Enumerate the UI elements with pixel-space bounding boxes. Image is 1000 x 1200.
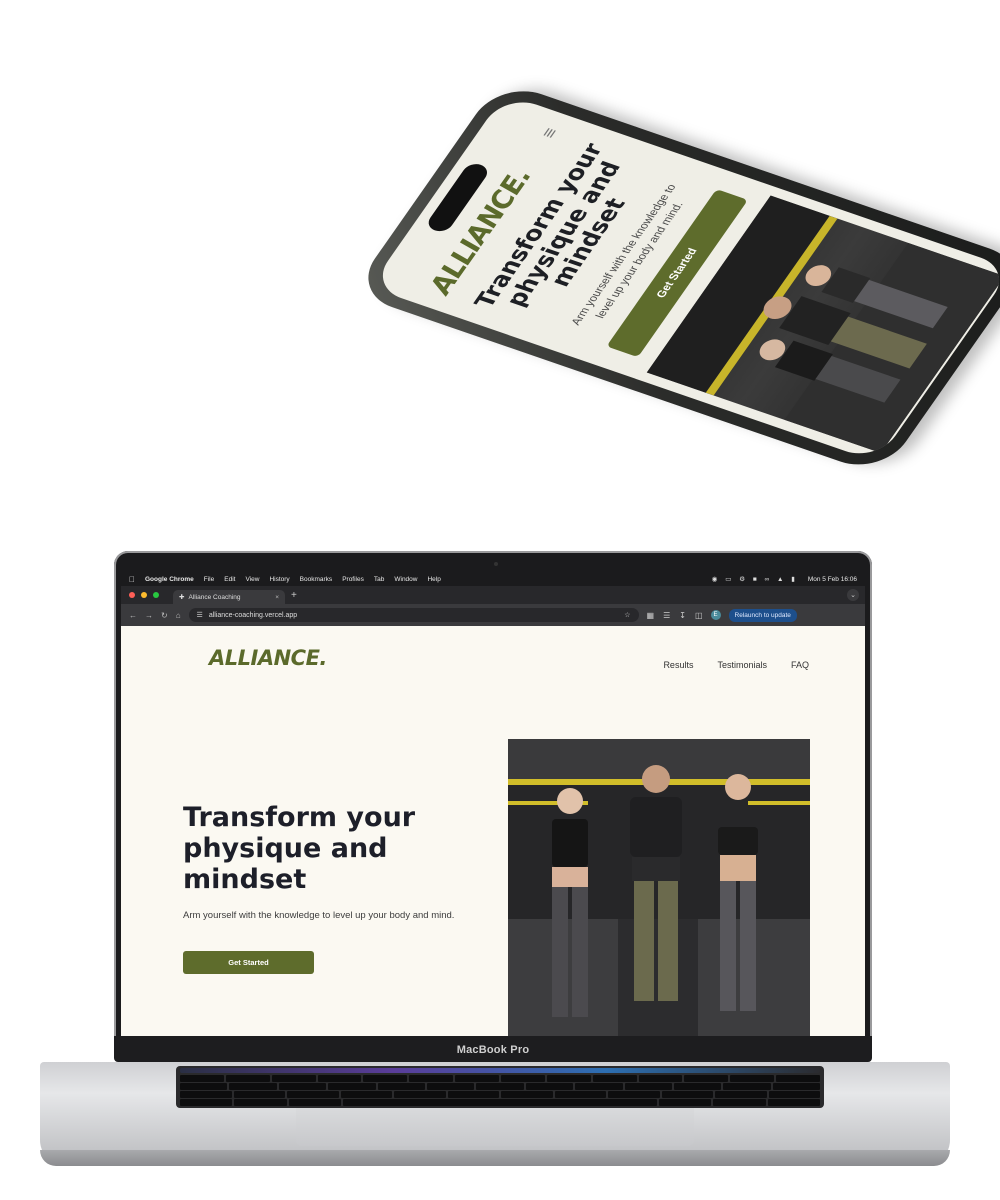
nav-faq[interactable]: FAQ bbox=[791, 660, 809, 670]
hero-photo bbox=[508, 739, 810, 1036]
home-icon[interactable]: ⌂ bbox=[176, 611, 181, 620]
phone-frame: ALLIANCE. ≡ Transform your physique and … bbox=[350, 79, 1000, 476]
maximize-window-icon[interactable] bbox=[153, 592, 159, 598]
download-icon[interactable]: ↧ bbox=[679, 611, 686, 620]
phone-screen: ALLIANCE. ≡ Transform your physique and … bbox=[369, 93, 1000, 462]
get-started-button[interactable]: Get Started bbox=[183, 951, 314, 974]
keyboard bbox=[176, 1066, 824, 1108]
site-logo[interactable]: ALLIANCE. bbox=[209, 646, 327, 670]
menubar-app-name[interactable]: Google Chrome bbox=[145, 576, 194, 583]
side-panel-icon[interactable]: ◫ bbox=[695, 611, 703, 620]
tab-title: Alliance Coaching bbox=[188, 593, 241, 601]
status-icons[interactable]: ◉ ▭ ⚙ ■ ∞ ▲ ▮ bbox=[712, 575, 798, 583]
menubar-item-window[interactable]: Window bbox=[394, 576, 417, 583]
macbook-label: MacBook Pro bbox=[456, 1044, 530, 1056]
website-viewport: ALLIANCE. Results Testimonials FAQ Trans… bbox=[121, 626, 865, 1036]
menubar-item-tab[interactable]: Tab bbox=[374, 576, 384, 583]
key-row bbox=[180, 1091, 820, 1098]
laptop-base-front bbox=[40, 1150, 950, 1166]
bookmark-star-icon[interactable]: ☆ bbox=[624, 611, 630, 619]
camera-icon bbox=[494, 562, 498, 566]
favicon-icon: ✚ bbox=[179, 594, 185, 601]
close-tab-icon[interactable]: × bbox=[275, 594, 279, 601]
phone-mockup: ALLIANCE. ≡ Transform your physique and … bbox=[350, 20, 1000, 520]
menubar-item-bookmarks[interactable]: Bookmarks bbox=[300, 576, 333, 583]
apple-icon[interactable]:  bbox=[129, 575, 135, 584]
key-row bbox=[180, 1075, 821, 1082]
menubar-item-help[interactable]: Help bbox=[427, 576, 440, 583]
browser-toolbar: ← → ↻ ⌂ ☰ alliance-coaching.vercel.app ☆… bbox=[121, 604, 865, 626]
menubar-item-profiles[interactable]: Profiles bbox=[342, 576, 364, 583]
macos-menu-bar:  Google Chrome File Edit View History B… bbox=[121, 572, 865, 586]
profile-avatar[interactable]: E bbox=[710, 610, 721, 620]
site-nav: Results Testimonials FAQ bbox=[663, 660, 809, 670]
touch-bar bbox=[180, 1068, 820, 1073]
key-row bbox=[180, 1083, 821, 1090]
address-bar[interactable]: ☰ alliance-coaching.vercel.app ☆ bbox=[188, 608, 639, 622]
extensions-icon[interactable]: ▦ bbox=[647, 611, 655, 620]
hamburger-icon[interactable]: ≡ bbox=[537, 125, 563, 140]
menubar-item-view[interactable]: View bbox=[245, 576, 259, 583]
menubar-item-edit[interactable]: Edit bbox=[224, 576, 235, 583]
close-window-icon[interactable] bbox=[129, 592, 135, 598]
url-text: alliance-coaching.vercel.app bbox=[208, 611, 298, 619]
browser-tab[interactable]: ✚ Alliance Coaching × bbox=[173, 590, 285, 604]
browser-tab-strip: ✚ Alliance Coaching × + ⌄ bbox=[121, 586, 865, 604]
laptop-screen:  Google Chrome File Edit View History B… bbox=[121, 572, 865, 1036]
menubar-item-file[interactable]: File bbox=[204, 576, 214, 583]
new-tab-icon[interactable]: + bbox=[291, 590, 297, 601]
menubar-item-history[interactable]: History bbox=[269, 576, 289, 583]
nav-results[interactable]: Results bbox=[663, 660, 693, 670]
relaunch-button[interactable]: Relaunch to update bbox=[728, 608, 797, 622]
reload-icon[interactable]: ↻ bbox=[161, 611, 168, 620]
back-icon[interactable]: ← bbox=[129, 611, 137, 620]
hero-title: Transform your physique and mindset bbox=[183, 802, 416, 895]
nav-testimonials[interactable]: Testimonials bbox=[717, 660, 767, 670]
media-icon[interactable]: ☰ bbox=[663, 611, 670, 620]
menubar-clock[interactable]: Mon 5 Feb 16:06 bbox=[808, 576, 857, 583]
key-row bbox=[180, 1099, 820, 1106]
forward-icon[interactable]: → bbox=[145, 611, 153, 620]
laptop-chin: MacBook Pro bbox=[114, 1036, 872, 1062]
minimize-window-icon[interactable] bbox=[141, 592, 147, 598]
tab-search-icon[interactable]: ⌄ bbox=[847, 589, 859, 601]
site-info-icon[interactable]: ☰ bbox=[197, 611, 203, 619]
hero-subtitle: Arm yourself with the knowledge to level… bbox=[183, 910, 455, 921]
trackpad bbox=[296, 1108, 694, 1146]
